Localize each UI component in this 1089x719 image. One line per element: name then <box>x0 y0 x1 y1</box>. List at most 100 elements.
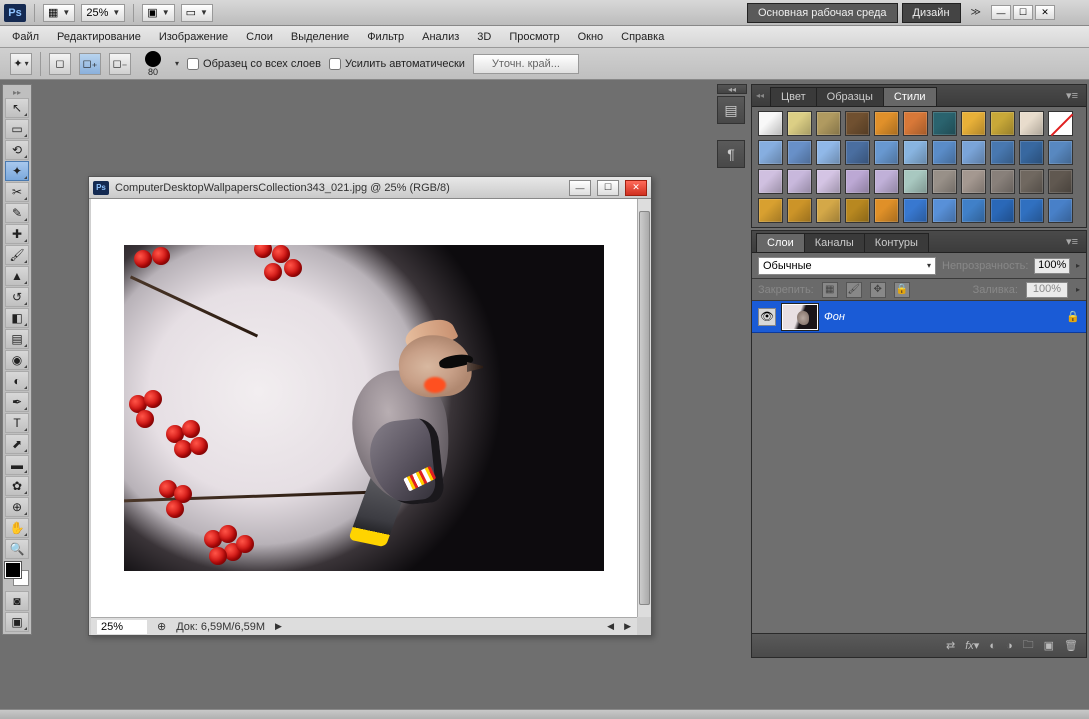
style-swatch[interactable] <box>1048 169 1073 194</box>
shape-tool[interactable]: ▬ <box>5 455 29 475</box>
close-button[interactable]: ✕ <box>1035 5 1055 20</box>
dodge-tool[interactable]: ◐ <box>5 371 29 391</box>
adjustment-layer-icon[interactable]: ◑ <box>1006 640 1013 652</box>
style-swatch[interactable] <box>903 111 928 136</box>
menu-analysis[interactable]: Анализ <box>422 31 459 43</box>
menu-help[interactable]: Справка <box>621 31 664 43</box>
type-tool[interactable]: T <box>5 413 29 433</box>
style-swatch[interactable] <box>845 111 870 136</box>
current-tool-icon[interactable]: ✦▾ <box>10 53 32 75</box>
fill-input[interactable]: 100% <box>1026 282 1068 298</box>
lock-pixels-icon[interactable]: 🖌 <box>846 282 862 298</box>
opacity-slider-icon[interactable]: ▸ <box>1076 261 1080 270</box>
toolbox-handle[interactable]: ▸▸ <box>5 87 29 97</box>
style-swatch[interactable] <box>961 169 986 194</box>
lock-position-icon[interactable]: ✥ <box>870 282 886 298</box>
document-titlebar[interactable]: Ps ComputerDesktopWallpapersCollection34… <box>89 177 651 199</box>
menu-file[interactable]: Файл <box>12 31 39 43</box>
style-swatch[interactable] <box>932 169 957 194</box>
workspace-button-main[interactable]: Основная рабочая среда <box>747 3 898 23</box>
quick-selection-tool[interactable]: ✦ <box>5 161 29 181</box>
layer-name-label[interactable]: Фон <box>824 311 1060 323</box>
3d-tool[interactable]: ✿ <box>5 476 29 496</box>
clone-stamp-tool[interactable]: ▲ <box>5 266 29 286</box>
style-swatch[interactable] <box>990 111 1015 136</box>
tab-layers[interactable]: Слои <box>756 233 805 252</box>
selection-subtract-icon[interactable]: ◻₋ <box>109 53 131 75</box>
history-panel-icon[interactable]: ▤ <box>717 96 745 124</box>
style-swatch[interactable] <box>1019 140 1044 165</box>
zoom-dropdown[interactable]: 25%▼ <box>81 4 125 22</box>
workspace-more-icon[interactable]: ≫ <box>965 7 987 18</box>
menu-edit[interactable]: Редактирование <box>57 31 141 43</box>
style-swatch[interactable] <box>1019 111 1044 136</box>
style-swatch[interactable] <box>758 169 783 194</box>
panel-handle[interactable]: ◂◂ <box>756 91 766 100</box>
layer-style-icon[interactable]: fx▾ <box>965 639 979 652</box>
tab-channels[interactable]: Каналы <box>804 233 865 252</box>
style-swatch[interactable] <box>816 198 841 223</box>
link-layers-icon[interactable]: ⇄ <box>946 639 955 652</box>
maximize-button[interactable]: ☐ <box>1013 5 1033 20</box>
hscroll-right-icon[interactable]: ▶ <box>624 621 631 632</box>
menu-layer[interactable]: Слои <box>246 31 273 43</box>
style-swatch[interactable] <box>787 111 812 136</box>
status-nav-icon[interactable]: ⊕ <box>157 620 166 633</box>
style-swatch[interactable] <box>1048 111 1073 136</box>
tab-paths[interactable]: Контуры <box>864 233 929 252</box>
tab-swatches[interactable]: Образцы <box>816 87 884 106</box>
style-swatch[interactable] <box>903 169 928 194</box>
style-swatch[interactable] <box>961 198 986 223</box>
brush-tool[interactable]: 🖌 <box>5 245 29 265</box>
menu-3d[interactable]: 3D <box>477 31 491 43</box>
style-swatch[interactable] <box>990 198 1015 223</box>
workspace-button-design[interactable]: Дизайн <box>902 3 961 23</box>
launch-dropdown[interactable]: ▦▼ <box>43 4 75 22</box>
opacity-input[interactable]: 100% <box>1034 258 1070 274</box>
doc-maximize-button[interactable]: ☐ <box>597 180 619 196</box>
blend-mode-dropdown[interactable]: Обычные▾ <box>758 257 936 275</box>
doc-close-button[interactable]: ✕ <box>625 180 647 196</box>
lock-all-icon[interactable]: 🔒 <box>894 282 910 298</box>
style-swatch[interactable] <box>816 169 841 194</box>
tab-color[interactable]: Цвет <box>770 87 817 106</box>
healing-brush-tool[interactable]: ✚ <box>5 224 29 244</box>
history-brush-tool[interactable]: ↺ <box>5 287 29 307</box>
style-swatch[interactable] <box>932 111 957 136</box>
eyedropper-tool[interactable]: ✎ <box>5 203 29 223</box>
style-swatch[interactable] <box>845 140 870 165</box>
style-swatch[interactable] <box>845 198 870 223</box>
selection-add-icon[interactable]: ◻₊ <box>79 53 101 75</box>
style-swatch[interactable] <box>874 198 899 223</box>
pen-tool[interactable]: ✒ <box>5 392 29 412</box>
panel-menu-icon[interactable]: ▾≡ <box>1062 235 1082 248</box>
marquee-tool[interactable]: ▭ <box>5 119 29 139</box>
style-swatch[interactable] <box>903 140 928 165</box>
status-zoom-input[interactable] <box>97 620 147 634</box>
character-panel-icon[interactable]: ¶ <box>717 140 745 168</box>
lasso-tool[interactable]: ⟲ <box>5 140 29 160</box>
tab-styles[interactable]: Стили <box>883 87 937 106</box>
eraser-tool[interactable]: ◧ <box>5 308 29 328</box>
brush-dropdown-icon[interactable]: ▾ <box>175 59 179 68</box>
arrange-dropdown[interactable]: ▣▼ <box>142 4 174 22</box>
style-swatch[interactable] <box>758 140 783 165</box>
lock-transparency-icon[interactable]: ▦ <box>822 282 838 298</box>
fill-slider-icon[interactable]: ▸ <box>1076 285 1080 294</box>
layer-thumbnail[interactable] <box>782 304 818 330</box>
crop-tool[interactable]: ✂ <box>5 182 29 202</box>
delete-layer-icon[interactable]: 🗑 <box>1064 639 1078 652</box>
style-swatch[interactable] <box>874 140 899 165</box>
color-swatch[interactable] <box>5 562 29 586</box>
hand-tool[interactable]: ✋ <box>5 518 29 538</box>
style-swatch[interactable] <box>758 111 783 136</box>
sample-all-layers-checkbox[interactable]: Образец со всех слоев <box>187 58 321 70</box>
quick-mask-toggle[interactable]: ◙ <box>5 591 29 611</box>
style-swatch[interactable] <box>787 198 812 223</box>
menu-image[interactable]: Изображение <box>159 31 228 43</box>
menu-view[interactable]: Просмотр <box>509 31 559 43</box>
zoom-tool[interactable]: 🔍 <box>5 539 29 559</box>
auto-enhance-checkbox[interactable]: Усилить автоматически <box>329 58 465 70</box>
path-selection-tool[interactable]: ⬈ <box>5 434 29 454</box>
style-swatch[interactable] <box>903 198 928 223</box>
